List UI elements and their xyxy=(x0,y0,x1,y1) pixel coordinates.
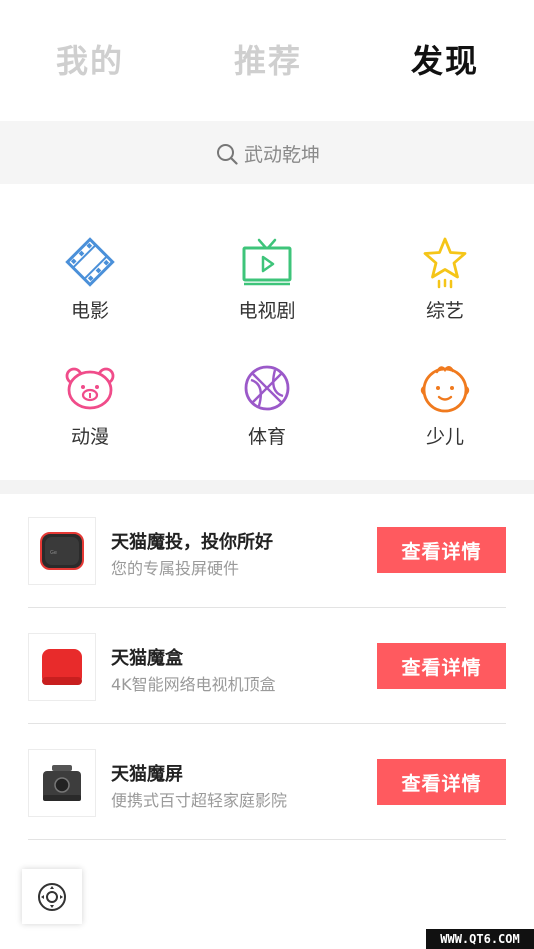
tab-discover[interactable]: 发现 xyxy=(411,36,479,82)
product-title: 天猫魔屏 xyxy=(111,764,183,785)
remote-control-icon xyxy=(38,882,66,911)
basketball-icon xyxy=(244,365,290,411)
product-subtitle: 您的专属投屏硬件 xyxy=(111,559,240,578)
category-label: 电影 xyxy=(70,300,109,322)
category-label: 动漫 xyxy=(70,426,109,448)
baby-face-icon xyxy=(420,366,470,413)
tab-mine[interactable]: 我的 xyxy=(56,36,124,82)
view-details-button[interactable]: 查看详情 xyxy=(377,643,506,689)
portable-projector-image xyxy=(28,749,96,817)
category-sports[interactable]: 体育 xyxy=(202,360,332,450)
search-bar[interactable]: 武动乾坤 xyxy=(0,121,534,184)
search-icon xyxy=(217,143,238,165)
bear-icon xyxy=(65,367,115,410)
category-label: 综艺 xyxy=(425,300,464,322)
product-item-magic-cast: Ge 天猫魔投，投你所好 您的专属投屏硬件 查看详情 xyxy=(0,494,534,610)
star-icon xyxy=(423,237,467,289)
tab-recommend[interactable]: 推荐 xyxy=(234,36,302,82)
product-item-magic-box: 天猫魔盒 4K智能网络电视机顶盒 查看详情 xyxy=(0,610,534,726)
projector-dongle-image: Ge xyxy=(28,517,96,585)
search-field[interactable]: 武动乾坤 xyxy=(216,140,320,167)
category-movie[interactable]: 电影 xyxy=(25,234,155,324)
product-title: 天猫魔投，投你所好 xyxy=(111,532,273,553)
category-label: 少儿 xyxy=(425,426,464,448)
tv-box-image xyxy=(28,633,96,701)
row-divider xyxy=(28,607,506,608)
remote-control-button[interactable] xyxy=(22,869,82,924)
category-kids[interactable]: 少儿 xyxy=(380,360,510,450)
category-label: 体育 xyxy=(247,426,286,448)
category-tv-series[interactable]: 电视剧 xyxy=(202,234,332,324)
product-subtitle: 便携式百寸超轻家庭影院 xyxy=(111,791,288,810)
view-details-button[interactable]: 查看详情 xyxy=(377,759,506,805)
svg-text:Ge: Ge xyxy=(50,550,57,556)
category-variety[interactable]: 综艺 xyxy=(380,234,510,324)
watermark: WWW.QT6.COM xyxy=(426,929,534,949)
product-subtitle: 4K智能网络电视机顶盒 xyxy=(111,675,276,694)
tv-icon xyxy=(242,238,292,286)
view-details-button[interactable]: 查看详情 xyxy=(377,527,506,573)
product-item-magic-screen: 天猫魔屏 便携式百寸超轻家庭影院 查看详情 xyxy=(0,726,534,842)
category-anime[interactable]: 动漫 xyxy=(25,360,155,450)
top-tab-bar: 我的 推荐 发现 xyxy=(0,0,534,120)
film-icon xyxy=(65,237,115,287)
category-label: 电视剧 xyxy=(238,300,296,322)
search-placeholder: 武动乾坤 xyxy=(244,144,321,166)
product-title: 天猫魔盒 xyxy=(111,648,183,669)
row-divider xyxy=(28,723,506,724)
row-divider xyxy=(28,839,506,840)
section-divider xyxy=(0,480,534,494)
